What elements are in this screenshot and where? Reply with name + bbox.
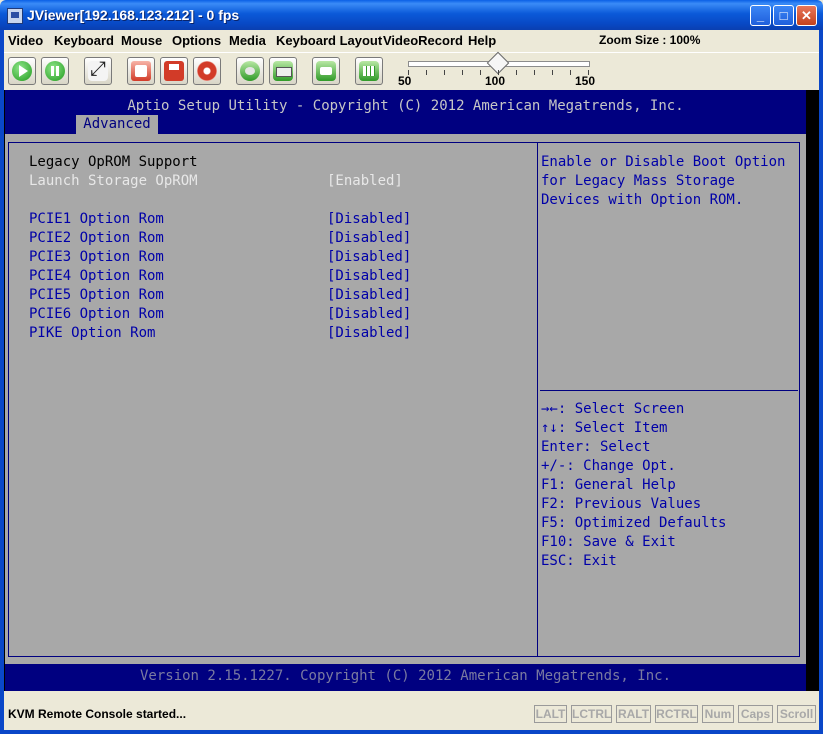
title-bar: JViewer[192.168.123.212] - 0 fps _ □ ✕: [0, 0, 823, 30]
bios-footer: Version 2.15.1227. Copyright (C) 2012 Am…: [5, 664, 806, 691]
lctrl-key-indicator[interactable]: LCTRL: [571, 705, 612, 723]
cdrom-redirect-button[interactable]: [193, 57, 221, 85]
setting-value-pcie2[interactable]: [Disabled]: [327, 230, 411, 246]
pause-button[interactable]: [41, 57, 69, 85]
key-help-optimized-defaults: F5: Optimized Defaults: [541, 515, 727, 531]
play-icon: [12, 61, 32, 81]
key-help-select-item: ↑↓: Select Item: [541, 420, 668, 436]
setting-label-pcie6[interactable]: PCIE6 Option Rom: [29, 306, 164, 322]
slider-label-min: 50: [398, 74, 412, 88]
keyboard-button[interactable]: [269, 57, 297, 85]
setting-value-pcie4[interactable]: [Disabled]: [327, 268, 411, 284]
key-help-change-opt: +/-: Change Opt.: [541, 458, 676, 474]
key-help-enter: Enter: Select: [541, 439, 651, 455]
setting-label-pcie4[interactable]: PCIE4 Option Rom: [29, 268, 164, 284]
mouse-button[interactable]: [236, 57, 264, 85]
keyboard-icon: [273, 61, 293, 81]
save-disk-button[interactable]: [160, 57, 188, 85]
rctrl-key-indicator[interactable]: RCTRL: [655, 705, 698, 723]
setting-label-launch-storage[interactable]: Launch Storage OpROM: [29, 173, 198, 189]
window-frame-right: [819, 30, 823, 734]
menu-keyboard-layout[interactable]: Keyboard Layout: [276, 33, 382, 48]
setting-value-pcie1[interactable]: [Disabled]: [327, 211, 411, 227]
hotkeys-icon: [359, 61, 379, 81]
key-help-general-help: F1: General Help: [541, 477, 676, 493]
menu-mouse[interactable]: Mouse: [121, 33, 162, 48]
status-message: KVM Remote Console started...: [8, 707, 187, 721]
bios-body: Legacy OpROM Support Launch Storage OpRO…: [5, 134, 806, 664]
setting-label-pcie3[interactable]: PCIE3 Option Rom: [29, 249, 164, 265]
hotkeys-button[interactable]: [355, 57, 383, 85]
zoom-size-label: Zoom Size : 100%: [599, 33, 701, 47]
setting-label-pike[interactable]: PIKE Option Rom: [29, 325, 155, 341]
remote-screen[interactable]: Aptio Setup Utility - Copyright (C) 2012…: [4, 90, 819, 691]
menu-keyboard[interactable]: Keyboard: [54, 33, 114, 48]
menu-videorecord[interactable]: VideoRecord: [383, 33, 463, 48]
window-title: JViewer[192.168.123.212] - 0 fps: [27, 7, 240, 23]
setting-label-pcie2[interactable]: PCIE2 Option Rom: [29, 230, 164, 246]
fullscreen-button[interactable]: [84, 57, 112, 85]
scroll-lock-indicator[interactable]: Scroll: [777, 705, 816, 723]
menu-options[interactable]: Options: [172, 33, 221, 48]
setting-value-pike[interactable]: [Disabled]: [327, 325, 411, 341]
lalt-key-indicator[interactable]: LALT: [534, 705, 567, 723]
key-help-select-screen: →←: Select Screen: [541, 401, 685, 417]
window-frame-bottom: [0, 730, 823, 734]
toolbar: 50 100 150: [4, 51, 819, 91]
setting-value-pcie6[interactable]: [Disabled]: [327, 306, 411, 322]
minimize-button[interactable]: _: [750, 5, 771, 26]
caps-lock-indicator[interactable]: Caps: [738, 705, 773, 723]
floppy-icon: [131, 61, 151, 81]
bios-header: Aptio Setup Utility - Copyright (C) 2012…: [5, 90, 806, 134]
bios-title: Aptio Setup Utility - Copyright (C) 2012…: [127, 98, 684, 114]
play-button[interactable]: [8, 57, 36, 85]
setting-value-pcie3[interactable]: [Disabled]: [327, 249, 411, 265]
slider-label-mid: 100: [485, 74, 506, 88]
fullscreen-icon: [88, 58, 108, 81]
floppy-redirect-button[interactable]: [127, 57, 155, 85]
key-help-previous-values: F2: Previous Values: [541, 496, 702, 512]
app-icon: [7, 8, 23, 24]
setting-value-pcie5[interactable]: [Disabled]: [327, 287, 411, 303]
menu-bar: Video Keyboard Mouse Options Media Keybo…: [4, 30, 819, 52]
close-button[interactable]: ✕: [796, 5, 817, 26]
section-title: Legacy OpROM Support: [29, 154, 198, 170]
pause-icon: [45, 61, 65, 81]
num-lock-indicator[interactable]: Num: [702, 705, 734, 723]
bios-version: Version 2.15.1227. Copyright (C) 2012 Am…: [139, 668, 671, 684]
help-text-line: Enable or Disable Boot Option: [541, 154, 786, 170]
maximize-button[interactable]: □: [773, 5, 794, 26]
slider-label-max: 150: [575, 74, 596, 88]
cd-icon: [197, 61, 217, 81]
status-bar: KVM Remote Console started... LALT LCTRL…: [4, 691, 819, 730]
camera-icon: [316, 61, 336, 81]
mouse-icon: [240, 61, 260, 81]
tab-advanced[interactable]: Advanced: [76, 115, 158, 134]
setting-label-pcie5[interactable]: PCIE5 Option Rom: [29, 287, 164, 303]
help-divider: [540, 390, 798, 391]
ralt-key-indicator[interactable]: RALT: [616, 705, 651, 723]
setting-label-pcie1[interactable]: PCIE1 Option Rom: [29, 211, 164, 227]
menu-video[interactable]: Video: [8, 33, 43, 48]
key-help-save-exit: F10: Save & Exit: [541, 534, 676, 550]
video-record-button[interactable]: [312, 57, 340, 85]
help-panel: [537, 142, 800, 657]
menu-help[interactable]: Help: [468, 33, 496, 48]
setting-value-launch-storage[interactable]: [Enabled]: [327, 173, 403, 189]
help-text-line: for Legacy Mass Storage: [541, 173, 735, 189]
help-text-line: Devices with Option ROM.: [541, 192, 744, 208]
key-help-exit: ESC: Exit: [541, 553, 617, 569]
menu-media[interactable]: Media: [229, 33, 266, 48]
save-icon: [164, 61, 184, 81]
